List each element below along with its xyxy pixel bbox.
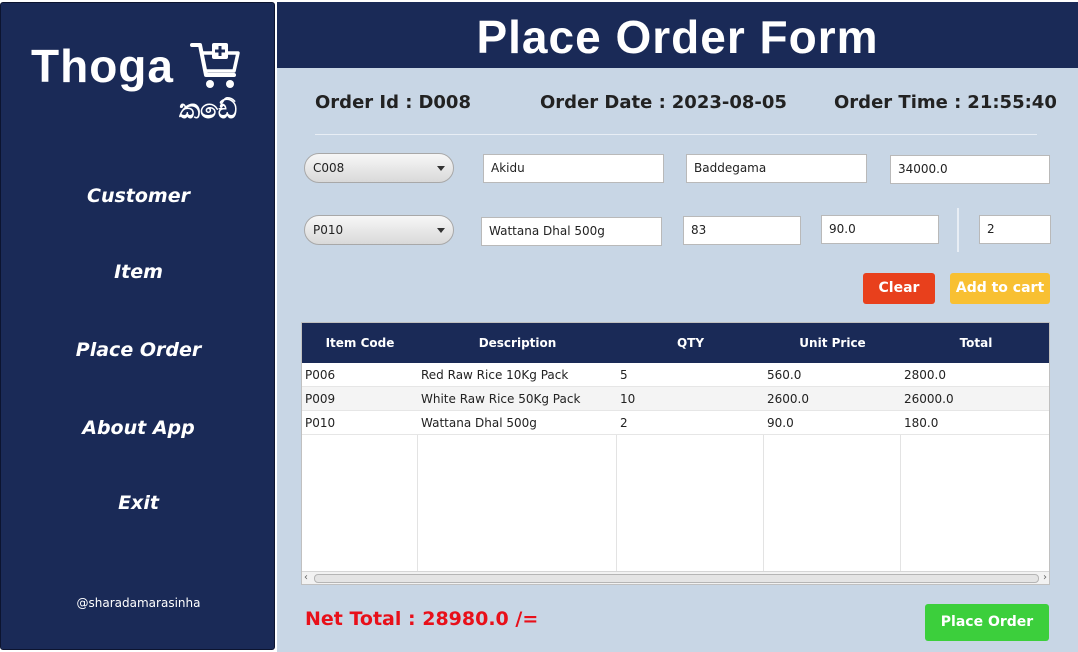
customer-name-field[interactable]: Akidu bbox=[483, 154, 664, 183]
header-divider bbox=[315, 134, 1037, 135]
order-time-value: 21:55:40 bbox=[967, 92, 1057, 113]
main-panel: Place Order Form Order Id : D008 Order Da… bbox=[277, 2, 1078, 652]
cell-item-code: P006 bbox=[305, 368, 336, 382]
cell-unit-price: 2600.0 bbox=[767, 392, 809, 406]
cell-total: 180.0 bbox=[904, 416, 939, 430]
page-title: Place Order Form bbox=[476, 11, 879, 63]
item-description-field[interactable]: Wattana Dhal 500g bbox=[481, 217, 662, 246]
scroll-right-icon[interactable]: › bbox=[1043, 572, 1047, 584]
net-total-value: 28980.0 /= bbox=[422, 608, 539, 630]
order-id-info: Order Id : D008 bbox=[315, 92, 471, 113]
cell-qty: 10 bbox=[620, 392, 636, 406]
sidebar: Thoga කඩේ Customer Item Place Order Abou… bbox=[0, 2, 275, 650]
logo-title: Thoga bbox=[31, 40, 174, 92]
cell-item-code: P010 bbox=[305, 416, 336, 430]
cell-description: Red Raw Rice 10Kg Pack bbox=[421, 368, 569, 382]
order-date-info: Order Date :2023-08-05 bbox=[540, 92, 787, 113]
item-code-value: P010 bbox=[313, 223, 344, 237]
cell-total: 2800.0 bbox=[904, 368, 946, 382]
table-header: Item Code Description QTY Unit Price Tot… bbox=[302, 323, 1049, 363]
table-row[interactable]: P009 White Raw Rice 50Kg Pack 10 2600.0 … bbox=[302, 387, 1049, 411]
net-total: Net Total : 28980.0 /= bbox=[305, 608, 538, 630]
cell-qty: 5 bbox=[620, 368, 628, 382]
customer-id-value: C008 bbox=[313, 161, 345, 175]
customer-salary-field[interactable]: 34000.0 bbox=[890, 155, 1050, 184]
column-header-description[interactable]: Description bbox=[418, 323, 617, 363]
horizontal-scrollbar[interactable]: ‹ › bbox=[302, 571, 1049, 584]
order-id-label: Order Id : bbox=[315, 92, 413, 113]
order-time-label: Order Time : bbox=[834, 92, 962, 113]
field-separator bbox=[957, 208, 959, 252]
nav-item[interactable]: Item bbox=[1, 261, 276, 283]
author-credit: @sharadamarasinha bbox=[76, 596, 201, 610]
item-code-combo[interactable]: P010 bbox=[304, 215, 454, 245]
table-row[interactable]: P010 Wattana Dhal 500g 2 90.0 180.0 bbox=[302, 411, 1049, 435]
order-qty-field[interactable]: 2 bbox=[979, 215, 1051, 244]
add-to-cart-button[interactable]: Add to cart bbox=[950, 273, 1050, 304]
logo-subtitle: කඩේ bbox=[179, 95, 238, 125]
nav-customer[interactable]: Customer bbox=[1, 185, 276, 207]
cell-qty: 2 bbox=[620, 416, 628, 430]
cell-description: Wattana Dhal 500g bbox=[421, 416, 537, 430]
place-order-button[interactable]: Place Order bbox=[925, 604, 1049, 641]
order-id-value: D008 bbox=[418, 92, 471, 113]
clear-button[interactable]: Clear bbox=[863, 273, 935, 304]
customer-id-combo[interactable]: C008 bbox=[304, 153, 454, 183]
scroll-left-icon[interactable]: ‹ bbox=[304, 572, 308, 584]
net-total-label: Net Total : bbox=[305, 608, 416, 630]
chevron-down-icon bbox=[437, 166, 445, 171]
order-date-value: 2023-08-05 bbox=[671, 92, 787, 113]
table-row[interactable]: P006 Red Raw Rice 10Kg Pack 5 560.0 2800… bbox=[302, 363, 1049, 387]
chevron-down-icon bbox=[437, 228, 445, 233]
order-time-info: Order Time :21:55:40 bbox=[834, 92, 1057, 113]
order-date-label: Order Date : bbox=[540, 92, 666, 113]
column-header-total[interactable]: Total bbox=[901, 323, 1049, 363]
cart-plus-icon bbox=[190, 43, 240, 88]
cell-total: 26000.0 bbox=[904, 392, 954, 406]
cell-unit-price: 90.0 bbox=[767, 416, 794, 430]
nav-place-order[interactable]: Place Order bbox=[1, 339, 276, 361]
column-header-unit-price[interactable]: Unit Price bbox=[764, 323, 901, 363]
unit-price-field[interactable]: 90.0 bbox=[821, 215, 939, 244]
customer-address-field[interactable]: Baddegama bbox=[686, 154, 867, 183]
qty-on-hand-field[interactable]: 83 bbox=[683, 216, 801, 245]
header-bar: Place Order Form bbox=[277, 2, 1078, 68]
nav-about-app[interactable]: About App bbox=[1, 417, 276, 439]
cell-unit-price: 560.0 bbox=[767, 368, 802, 382]
cell-item-code: P009 bbox=[305, 392, 336, 406]
cell-description: White Raw Rice 50Kg Pack bbox=[421, 392, 581, 406]
scrollbar-thumb[interactable] bbox=[314, 574, 1039, 583]
nav-exit[interactable]: Exit bbox=[1, 492, 276, 514]
column-header-item-code[interactable]: Item Code bbox=[302, 323, 418, 363]
cart-table[interactable]: Item Code Description QTY Unit Price Tot… bbox=[301, 322, 1050, 585]
column-header-qty[interactable]: QTY bbox=[617, 323, 764, 363]
